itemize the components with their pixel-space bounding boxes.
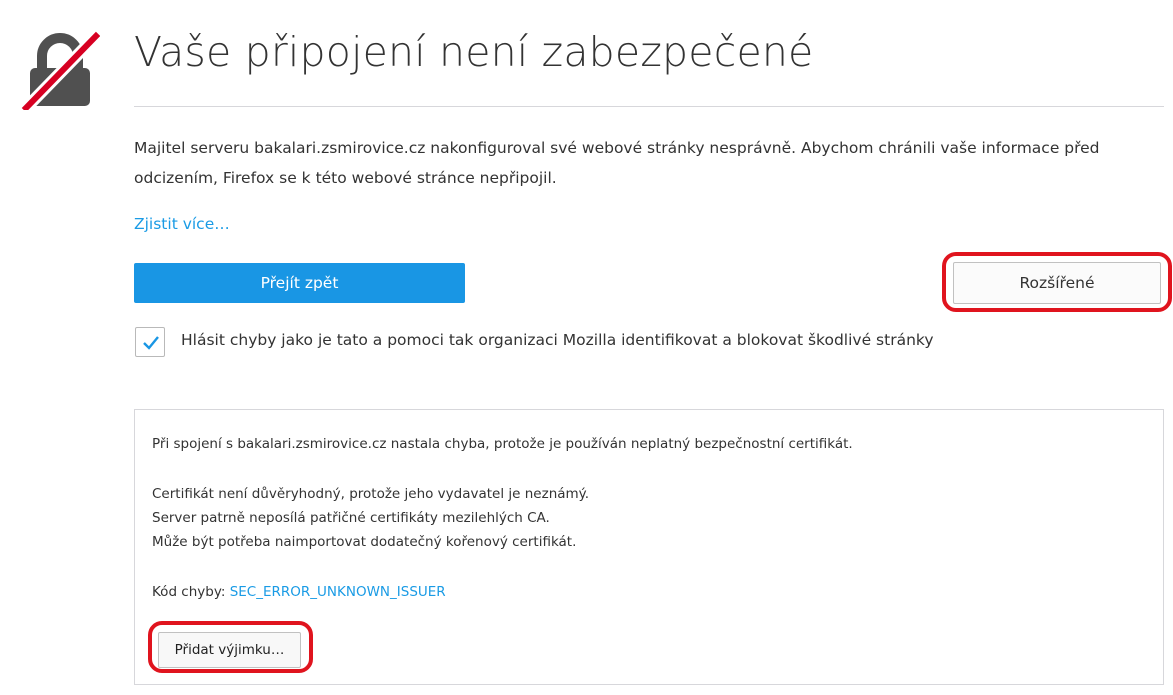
details-reason-2: Server patrně neposílá patřičné certifik… — [152, 510, 550, 526]
report-errors-checkbox[interactable] — [135, 327, 165, 357]
advanced-details-panel: Při spojení s bakalari.zsmirovice.cz nas… — [134, 409, 1164, 685]
error-code-link[interactable]: SEC_ERROR_UNKNOWN_ISSUER — [230, 584, 446, 600]
title-divider — [134, 106, 1164, 107]
go-back-button[interactable]: Přejít zpět — [134, 263, 465, 303]
advanced-button[interactable]: Rozšířené — [953, 262, 1161, 304]
report-errors-label: Hlásit chyby jako je tato a pomoci tak o… — [181, 331, 934, 349]
broken-lock-icon — [21, 31, 100, 110]
details-intro: Při spojení s bakalari.zsmirovice.cz nas… — [152, 436, 853, 452]
checkmark-icon — [143, 336, 159, 350]
details-reason-1: Certifikát není důvěryhodný, protože jeh… — [152, 486, 590, 502]
page-title: Vaše připojení není zabezpečené — [134, 28, 814, 76]
error-page: Vaše připojení není zabezpečené Majitel … — [0, 0, 1173, 695]
error-code-line: Kód chyby: SEC_ERROR_UNKNOWN_ISSUER — [152, 584, 446, 600]
error-description: Majitel serveru bakalari.zsmirovice.cz n… — [134, 139, 1100, 187]
learn-more-link[interactable]: Zjistit více… — [134, 215, 230, 233]
details-reason-3: Může být potřeba naimportovat dodatečný … — [152, 534, 577, 550]
add-exception-button[interactable]: Přidat výjimku… — [158, 632, 301, 668]
error-code-label: Kód chyby: — [152, 584, 226, 600]
